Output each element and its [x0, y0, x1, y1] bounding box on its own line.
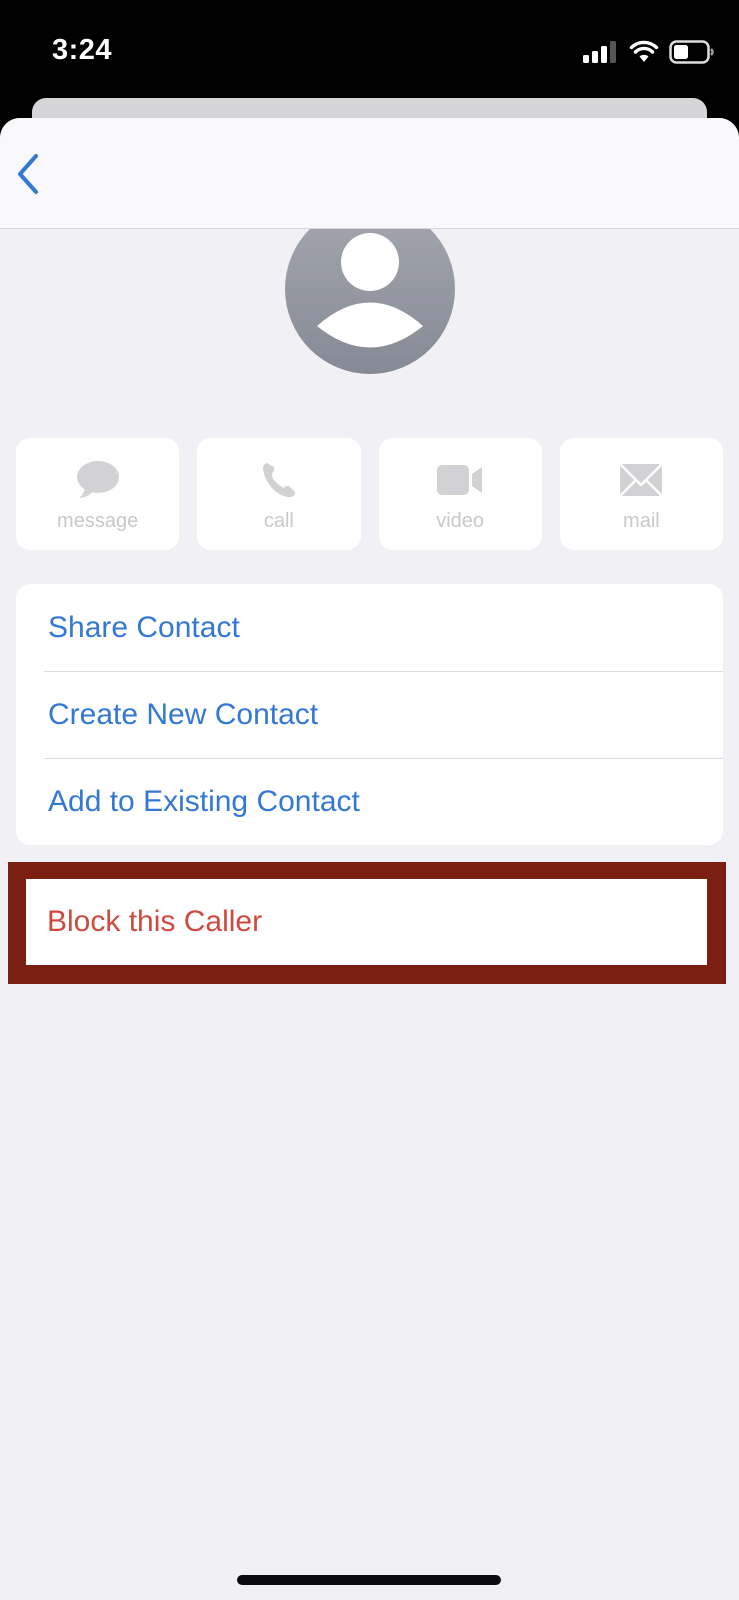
message-button[interactable]: message [16, 438, 180, 550]
video-camera-icon [437, 465, 483, 495]
call-button[interactable]: call [197, 438, 361, 550]
video-label: video [436, 510, 485, 532]
share-contact-button[interactable]: Share Contact [16, 584, 723, 671]
wifi-icon [629, 40, 659, 62]
home-indicator[interactable] [237, 1575, 501, 1585]
status-bar: 3:24 [0, 0, 739, 100]
quick-actions: message call video mail [16, 438, 723, 550]
chevron-left-icon [18, 154, 38, 194]
message-label: message [57, 510, 139, 532]
video-button[interactable]: video [378, 438, 542, 550]
call-label: call [263, 510, 294, 532]
battery-icon [669, 40, 714, 64]
contact-sheet: message call video mail Share Contact Cr… [0, 118, 739, 1600]
back-button[interactable] [14, 152, 50, 196]
highlight-frame: Block this Caller [8, 862, 726, 984]
message-bubble-icon [76, 461, 119, 498]
status-icons [583, 40, 715, 64]
nav-bar [0, 118, 739, 229]
mail-label: mail [623, 510, 660, 532]
cellular-signal-icon [583, 41, 616, 63]
avatar [285, 204, 455, 374]
status-time: 3:24 [52, 34, 113, 66]
add-to-existing-contact-button[interactable]: Add to Existing Contact [16, 758, 723, 845]
person-silhouette-icon [317, 233, 423, 348]
block-caller-button[interactable]: Block this Caller [26, 879, 707, 965]
phone-icon [262, 463, 295, 498]
contact-options-list: Share Contact Create New Contact Add to … [16, 584, 723, 845]
mail-button[interactable]: mail [559, 438, 723, 550]
envelope-icon [619, 463, 664, 497]
create-new-contact-button[interactable]: Create New Contact [16, 671, 723, 758]
